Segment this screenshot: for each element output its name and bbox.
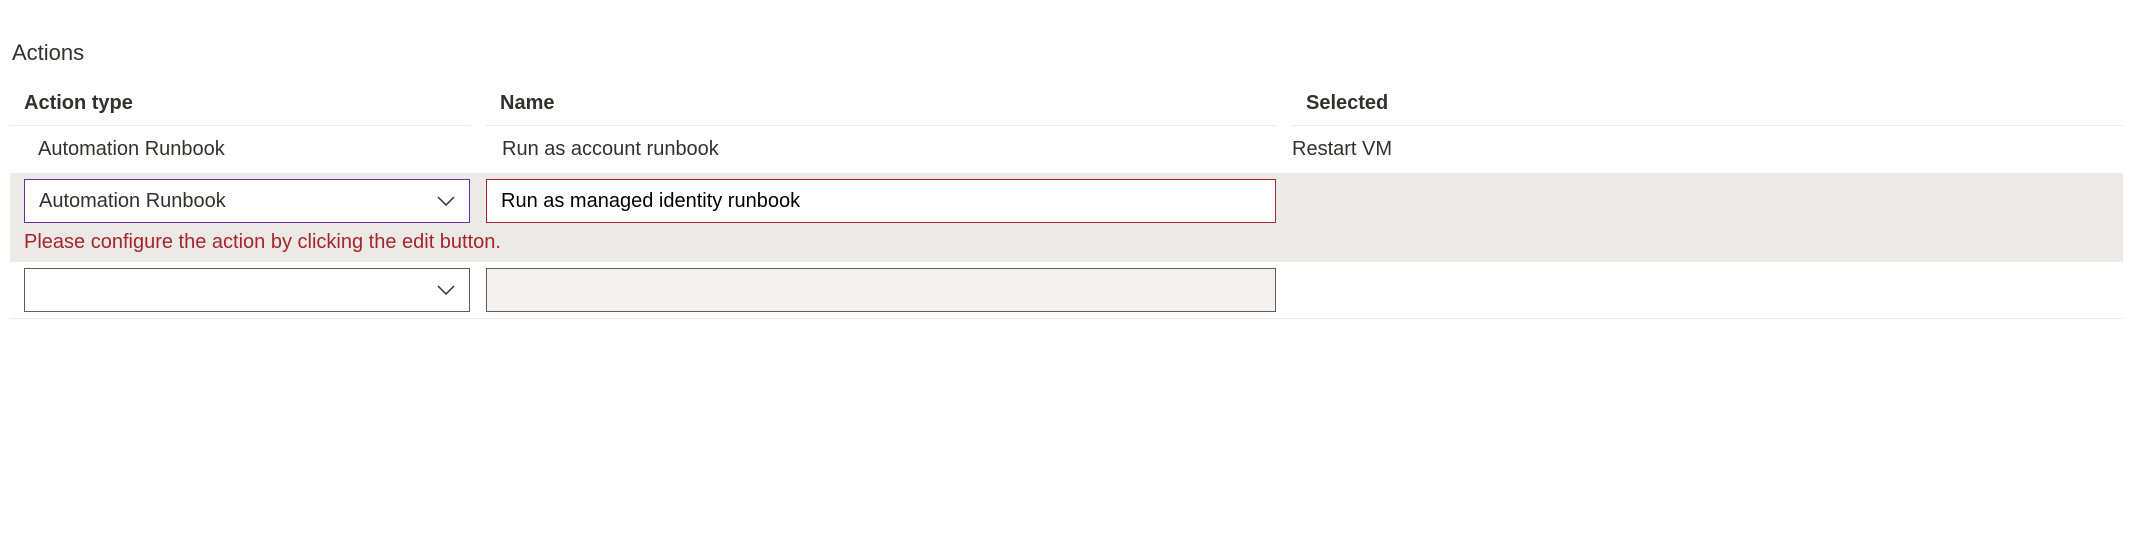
header-selected: Selected [1292,84,2123,126]
blank-row [10,262,2123,319]
error-message: Please configure the action by clicking … [24,231,501,253]
header-name: Name [486,84,1276,126]
edit-row: Automation Runbook [10,173,2123,229]
name-input[interactable] [486,179,1276,223]
blank-name-input[interactable] [486,268,1276,312]
action-type-dropdown[interactable]: Automation Runbook [24,179,470,223]
blank-action-type-dropdown[interactable] [24,268,470,312]
row-selected: Restart VM [1292,126,2123,173]
action-type-dropdown-value: Automation Runbook [39,190,226,213]
chevron-down-icon [437,196,455,206]
row-name: Run as account runbook [486,126,1276,173]
section-title: Actions [10,40,2123,66]
actions-grid: Action type Name Selected Automation Run… [10,84,2123,319]
chevron-down-icon [437,285,455,295]
error-row: Please configure the action by clicking … [10,229,2123,262]
row-action-type: Automation Runbook [10,126,470,173]
header-action-type: Action type [10,84,470,126]
